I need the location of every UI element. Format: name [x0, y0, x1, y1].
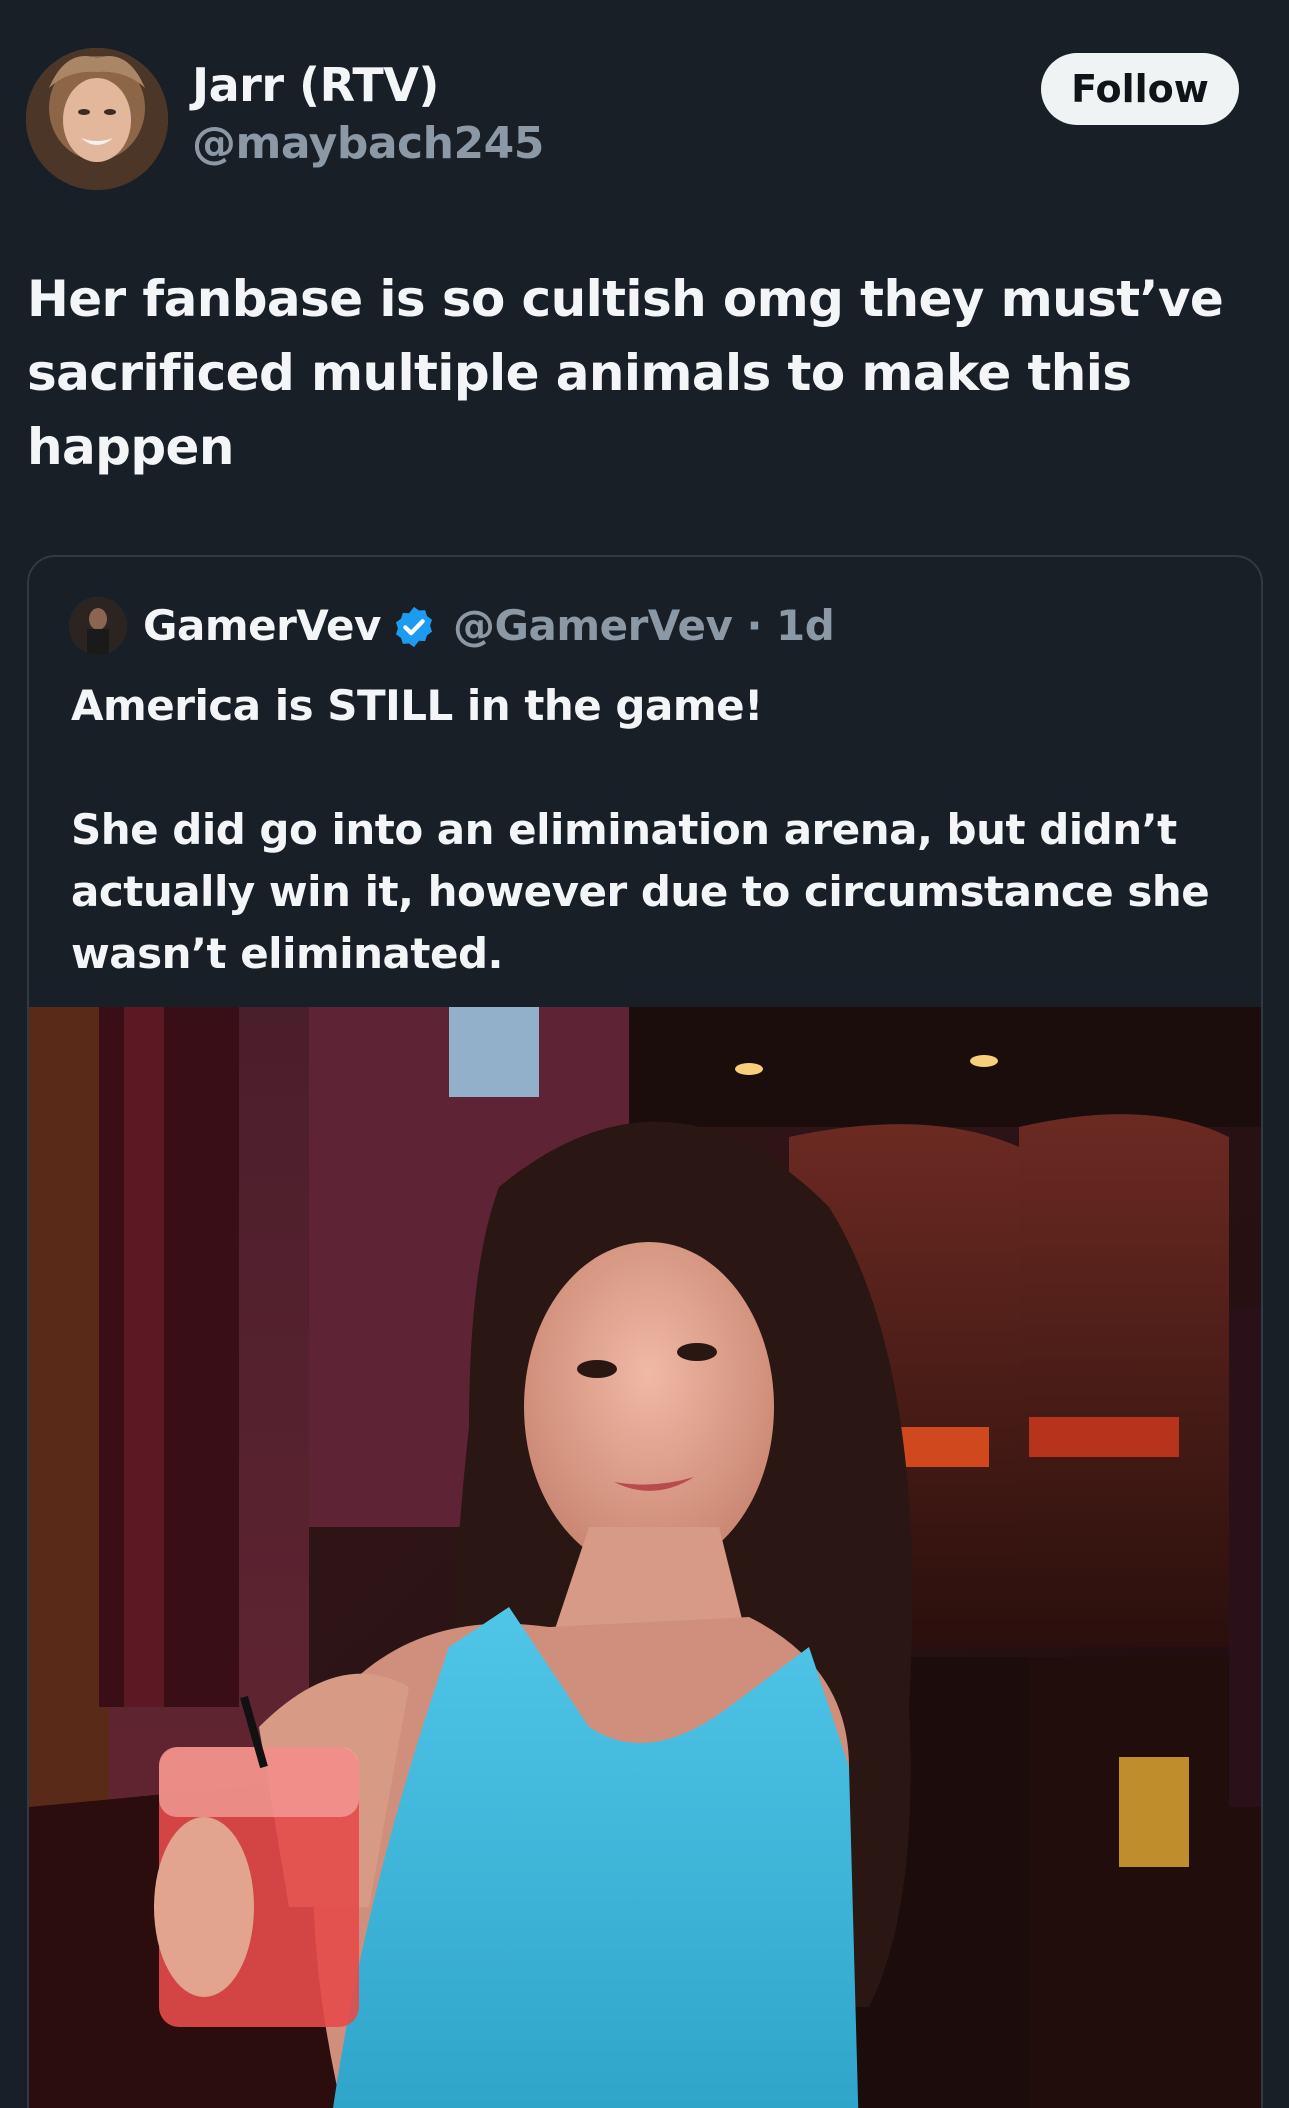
quoted-tweet-text: America is STILL in the game! She did go… [71, 681, 1210, 978]
author-handle[interactable]: @maybach245 [192, 118, 544, 169]
follow-button[interactable]: Follow [1041, 53, 1239, 125]
author-avatar[interactable] [26, 48, 168, 190]
quoted-display-name[interactable]: GamerVev [143, 601, 381, 650]
quoted-author-avatar[interactable] [69, 597, 127, 655]
author-display-name[interactable]: Jarr (RTV) [192, 58, 439, 112]
tweet-text: Her fanbase is so cultish omg they must’… [27, 270, 1224, 476]
tweet-detail: Jarr (RTV) @maybach245 Follow Her fanbas… [0, 0, 1289, 2108]
verified-badge-icon [395, 606, 433, 648]
quoted-handle-time[interactable]: @GamerVev · 1d [453, 601, 835, 650]
quoted-tweet-photo[interactable] [29, 1007, 1261, 2108]
quoted-tweet-card[interactable]: GamerVev @GamerVev · 1d America is STILL… [27, 555, 1263, 2108]
